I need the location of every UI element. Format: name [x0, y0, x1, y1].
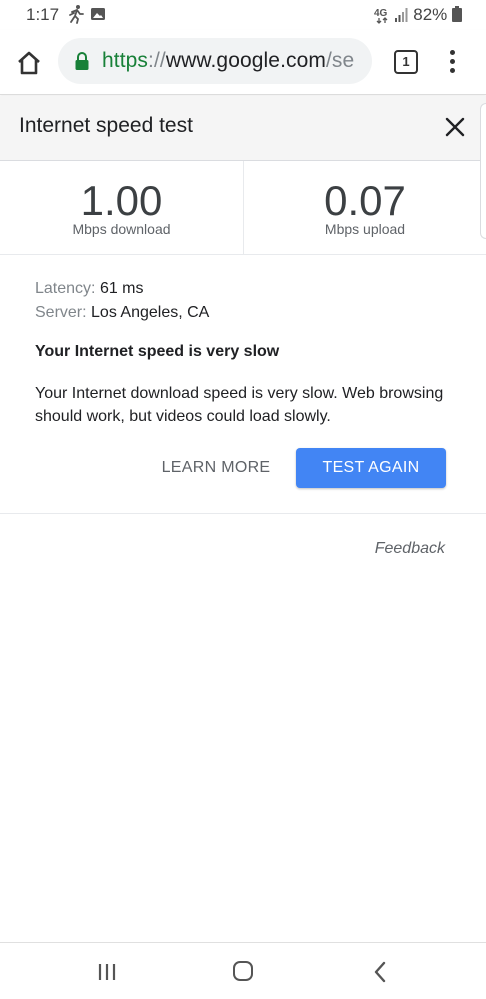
network-4g-icon: 4G: [374, 6, 394, 29]
download-value: 1.00: [80, 177, 163, 224]
latency-value: 61 ms: [99, 280, 144, 297]
download-label: Mbps download: [72, 221, 171, 237]
feedback-link[interactable]: Feedback: [375, 540, 445, 558]
svg-text:4G: 4G: [374, 8, 388, 19]
status-time: 1:17: [26, 5, 60, 24]
divider: [0, 513, 486, 514]
more-options-button[interactable]: [446, 48, 460, 76]
test-again-button[interactable]: TEST AGAIN: [296, 448, 446, 488]
speed-test-header: Internet speed test: [0, 96, 486, 161]
upload-metric: 0.07 Mbps upload: [244, 161, 486, 254]
battery-percentage: 82%: [413, 5, 462, 27]
lock-icon: [74, 52, 90, 70]
recents-button[interactable]: [98, 963, 118, 981]
speed-description: Your Internet download speed is very slo…: [35, 385, 444, 425]
battery-icon: [452, 6, 462, 27]
latency-key: Latency:: [35, 280, 96, 297]
upload-label: Mbps upload: [324, 221, 406, 237]
back-icon: [373, 961, 387, 987]
server-row: Server: Los Angeles, CA: [35, 304, 209, 322]
side-panel-edge: [480, 103, 486, 239]
close-button[interactable]: [442, 114, 468, 140]
speed-verdict: Your Internet speed is very slow: [35, 343, 280, 360]
recents-icon: [98, 964, 118, 985]
upload-value: 0.07: [324, 177, 406, 224]
back-button[interactable]: [373, 961, 387, 983]
tab-switcher-button[interactable]: 1: [394, 50, 418, 74]
speed-test-page: 1:17 4G 82% https://www.google.com/se 1 …: [0, 0, 486, 999]
home-button[interactable]: [14, 48, 44, 78]
download-metric: 1.00 Mbps download: [0, 161, 244, 254]
card-title: Internet speed test: [19, 114, 193, 137]
home-icon: [14, 51, 44, 82]
activity-icon: [66, 4, 86, 29]
address-bar[interactable]: https://www.google.com/se: [58, 38, 372, 84]
url-text: https://www.google.com/se: [102, 49, 355, 72]
latency-row: Latency: 61 ms: [35, 280, 144, 298]
status-bar: 1:17 4G 82%: [0, 0, 486, 30]
signal-icon: [395, 7, 409, 28]
browser-toolbar: https://www.google.com/se 1: [0, 30, 486, 95]
learn-more-button[interactable]: LEARN MORE: [154, 448, 278, 488]
home-nav-button[interactable]: [233, 961, 253, 981]
server-value: Los Angeles, CA: [91, 304, 210, 321]
system-nav-bar: [0, 942, 486, 999]
image-icon: [90, 4, 106, 29]
close-icon: [442, 117, 468, 144]
server-key: Server:: [35, 304, 87, 321]
speed-metrics: 1.00 Mbps download 0.07 Mbps upload: [0, 161, 486, 255]
